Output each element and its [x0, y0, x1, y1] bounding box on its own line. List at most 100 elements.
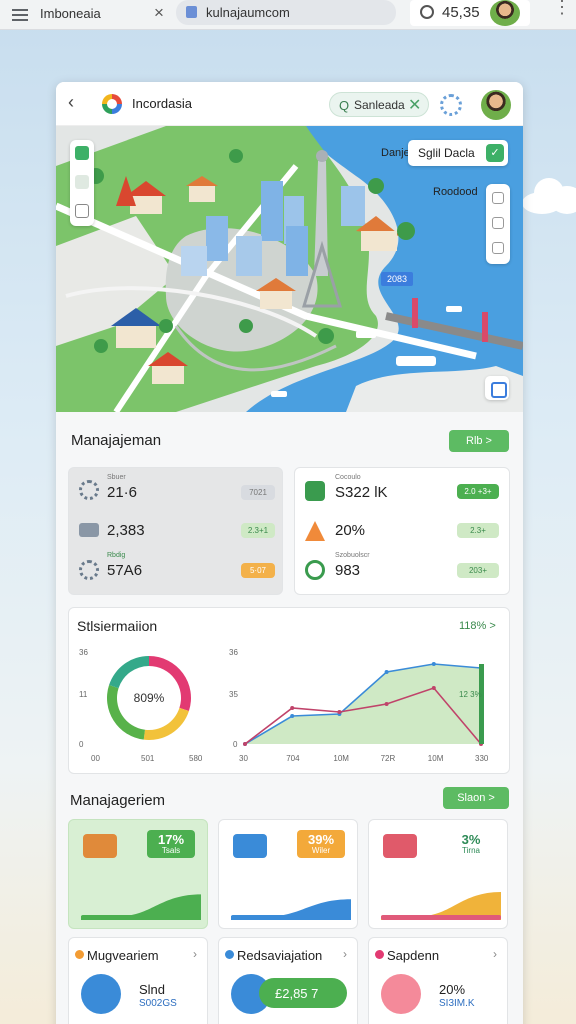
- close-tab-icon[interactable]: ×: [154, 3, 164, 23]
- status-area: 45,35: [410, 0, 530, 26]
- app-logo: [102, 94, 122, 114]
- data-point: [431, 686, 436, 690]
- clock-icon: [420, 5, 434, 19]
- statistics-link[interactable]: 118% >: [459, 620, 496, 632]
- map-side-controls: [486, 184, 510, 264]
- flower-icon: [79, 560, 99, 580]
- percent-caption: Tsals: [161, 846, 181, 855]
- address-text: kulnajaumcom: [206, 5, 290, 20]
- search-field[interactable]: Q Sanleada ✕: [329, 92, 429, 117]
- donut-x-tick: 00: [91, 754, 100, 763]
- row-value: 983: [335, 562, 361, 579]
- chevron-right-icon[interactable]: ›: [193, 947, 197, 961]
- clear-search-icon[interactable]: ✕: [408, 95, 421, 115]
- alert-icon: [305, 521, 325, 541]
- app-header: ‹ Incordasia Q Sanleada ✕: [56, 82, 523, 126]
- map-place-label: Roodood: [433, 186, 478, 198]
- gear-icon: [79, 480, 99, 500]
- percent-badge: 3% Tirna: [447, 830, 495, 858]
- manage-card[interactable]: 39% Wiler: [218, 819, 358, 929]
- chevron-right-icon[interactable]: ›: [493, 947, 497, 961]
- search-value: Sanleada: [354, 98, 405, 112]
- lock-icon: [186, 6, 197, 18]
- more-options-icon[interactable]: ⋮: [553, 0, 571, 16]
- area-x-tick: 72R: [380, 754, 396, 763]
- data-point: [337, 710, 342, 714]
- data-point: [290, 714, 295, 718]
- truck-icon: [79, 523, 99, 537]
- confirm-icon[interactable]: ✓: [486, 144, 504, 162]
- manage-card[interactable]: 17% Tsals: [68, 819, 208, 929]
- summary-subvalue: SI3IM.K: [439, 998, 475, 1009]
- database-icon: [233, 834, 267, 858]
- row-tag: 2.3+: [457, 523, 499, 538]
- category-icon: [225, 950, 234, 959]
- row-value: 57A6: [107, 562, 143, 579]
- map-location-chip[interactable]: Sglil Dacla ✓: [408, 140, 508, 166]
- check-circle-icon: [305, 560, 325, 580]
- progress-wave: [381, 892, 501, 920]
- compass-icon[interactable]: [492, 242, 504, 254]
- stats-panel-right: Cocoulo S322 lK 2.0 +3+ 20% 2.3+ Szobuol…: [294, 467, 510, 595]
- shield-icon[interactable]: [492, 192, 504, 204]
- line-y-tick: 36: [229, 648, 238, 657]
- row-value: 20%: [335, 522, 366, 539]
- donut-y-tick: 0: [79, 740, 84, 749]
- area-chart: [243, 662, 484, 746]
- wallet-icon: [305, 481, 325, 501]
- percent-badge: 17% Tsals: [147, 830, 195, 858]
- percent-caption: Wiler: [311, 846, 331, 855]
- map-location-text: Sglil Dacla: [418, 146, 475, 160]
- line-right-label: 12 3%: [459, 690, 482, 699]
- management-title: Manajajeman: [71, 432, 162, 449]
- chevron-right-icon[interactable]: ›: [343, 947, 347, 961]
- percent-badge: 39% Wiler: [297, 830, 345, 858]
- manage-card[interactable]: 3% Tirna: [368, 819, 508, 929]
- manage-section-button[interactable]: Slaon >: [443, 787, 509, 809]
- summary-title: Mugveariem: [87, 948, 159, 963]
- map-tool-select[interactable]: [75, 204, 89, 218]
- address-bar[interactable]: kulnajaumcom: [176, 0, 396, 25]
- percent-caption: Tirna: [462, 846, 480, 855]
- map-tool-layers[interactable]: [75, 175, 89, 189]
- summary-subvalue: S002GS: [139, 998, 177, 1009]
- area-x-tick: 704: [286, 754, 300, 763]
- donut-slice: [109, 656, 149, 689]
- back-icon[interactable]: ‹: [68, 92, 74, 113]
- row-caption: Cocoulo: [335, 474, 361, 481]
- row-caption: Rbdig: [107, 552, 126, 559]
- map-layers-icon[interactable]: [485, 376, 509, 400]
- app-window: ‹ Incordasia Q Sanleada ✕ Danje Sglil Da…: [56, 82, 523, 1024]
- row-tag: 2.0 +3+: [457, 484, 499, 499]
- line-y-tick: 0: [233, 740, 238, 749]
- map-tool-locate[interactable]: [75, 146, 89, 160]
- menu-icon[interactable]: [12, 6, 28, 22]
- browser-toolbar: Imboneaia × kulnajaumcom 45,35 ⋮: [0, 0, 576, 30]
- city-map[interactable]: Danje Sglil Dacla ✓ Roodood 2083: [56, 126, 523, 412]
- statistics-panel: Stlsiermaiion 118% > 36 11 0 00 501 580 …: [68, 607, 510, 774]
- summary-card[interactable]: Mugveariem › Slnd S002GS: [68, 937, 208, 1024]
- box-icon: [83, 834, 117, 858]
- avatar[interactable]: [481, 90, 511, 120]
- donut-center-label: 809%: [133, 691, 165, 705]
- row-tag: 5·07: [241, 563, 275, 578]
- summary-card[interactable]: Sapdenn › 20% SI3IM.K: [368, 937, 508, 1024]
- marker-bar: [479, 664, 484, 744]
- data-point: [290, 706, 295, 710]
- summary-value: £2,85 7: [275, 986, 319, 1001]
- pin-icon[interactable]: [492, 217, 504, 229]
- disk-icon: [383, 834, 417, 858]
- row-tag: 203+: [457, 563, 499, 578]
- area-x-tick: 10M: [427, 754, 444, 763]
- row-value: S322 lK: [335, 484, 388, 501]
- percent-value: 39%: [307, 832, 335, 847]
- management-button[interactable]: Rlb >: [449, 430, 509, 452]
- tab-title[interactable]: Imboneaia: [40, 6, 101, 21]
- data-point: [384, 702, 389, 706]
- area-fill: [245, 664, 481, 744]
- browser-avatar[interactable]: [490, 0, 520, 26]
- search-icon: Q: [339, 98, 350, 113]
- row-caption: Sbuer: [107, 474, 126, 481]
- summary-card[interactable]: Redsaviajation › £2,85 7: [218, 937, 358, 1024]
- settings-icon[interactable]: [440, 94, 462, 116]
